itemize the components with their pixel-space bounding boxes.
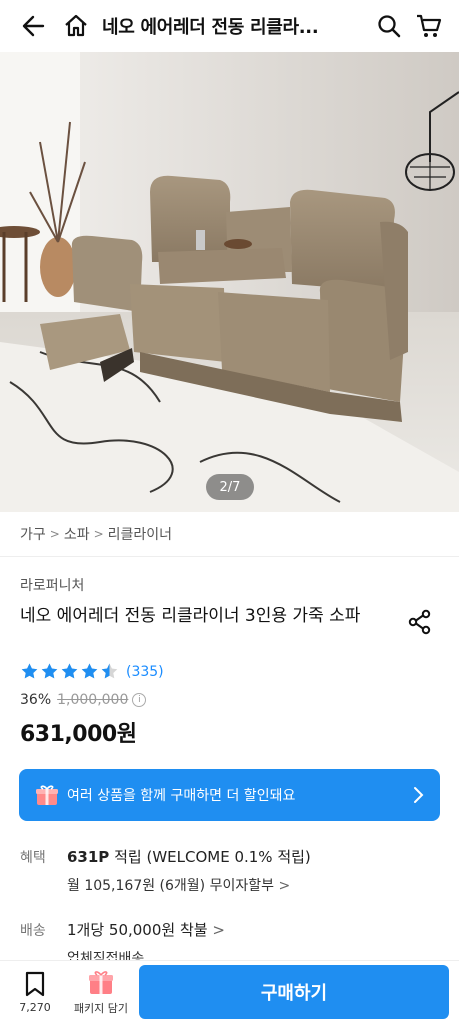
star-icon: [81, 663, 98, 679]
back-arrow-icon: [22, 15, 45, 37]
search-icon: [378, 15, 401, 38]
shipping-method: 업체직접배송: [67, 951, 145, 960]
chevron-right-icon: >: [93, 527, 104, 541]
bookmark-icon: [25, 971, 45, 997]
installment-info[interactable]: 월 105,167원 (6개월) 무이자할부 >: [67, 875, 290, 895]
breadcrumb-item-sofa[interactable]: 소파: [64, 524, 90, 544]
bookmark-count: 7,270: [19, 1001, 51, 1014]
original-price: 1,000,000: [57, 692, 129, 708]
share-button[interactable]: [404, 606, 436, 638]
shipping-fee[interactable]: 1개당 50,000원 착불 >: [67, 919, 225, 940]
star-icon: [61, 663, 78, 679]
points-info: 631P 적립 (WELCOME 0.1% 적립): [67, 846, 311, 867]
package-add-button[interactable]: 패키지 담기: [70, 970, 132, 1016]
bookmark-button[interactable]: 7,270: [4, 971, 66, 1014]
rating-row[interactable]: (335): [20, 662, 164, 681]
product-image-gallery[interactable]: [0, 52, 459, 512]
top-header: 네오 에어레더 전동 리클라...: [0, 0, 459, 52]
brand-name[interactable]: 라로퍼니처: [20, 575, 84, 595]
installment-text: 월 105,167원 (6개월) 무이자할부: [67, 878, 274, 894]
home-icon: [65, 14, 87, 37]
cart-icon: [417, 14, 442, 37]
info-icon[interactable]: i: [132, 693, 147, 707]
points-text: 적립 (WELCOME 0.1% 적립): [114, 848, 311, 866]
product-title: 네오 에어레더 전동 리클라이너 3인용 가죽 소파: [20, 606, 361, 626]
review-count[interactable]: (335): [126, 664, 164, 680]
chevron-right-icon: >: [49, 527, 60, 541]
product-photo: [0, 52, 459, 512]
package-box-icon: [89, 970, 113, 994]
star-icon: [41, 663, 58, 679]
discount-row: 36% 1,000,000 i: [20, 692, 147, 708]
chevron-right-icon: >: [212, 921, 225, 939]
sale-price: 631,000원: [20, 722, 137, 747]
shipping-fee-text: 1개당 50,000원 착불: [67, 921, 208, 939]
discount-rate: 36%: [20, 692, 52, 708]
star-rating: [20, 662, 120, 681]
back-button[interactable]: [14, 6, 54, 46]
points-amount: 631P: [67, 848, 110, 866]
cart-button[interactable]: [409, 6, 449, 46]
divider: [0, 556, 459, 557]
benefit-label: 혜택: [20, 850, 46, 866]
bundle-discount-banner[interactable]: 여러 상품을 함께 구매하면 더 할인돼요: [19, 769, 440, 821]
star-icon: [21, 663, 38, 679]
star-icon: [101, 663, 118, 679]
bundle-banner-text: 여러 상품을 함께 구매하면 더 할인돼요: [67, 788, 296, 804]
share-icon: [408, 609, 431, 635]
page-title: 네오 에어레더 전동 리클라...: [102, 17, 319, 38]
breadcrumb: 가구 > 소파 > 리클라이너: [20, 524, 172, 544]
breadcrumb-item-furniture[interactable]: 가구: [20, 524, 46, 544]
bottom-action-bar: 7,270 패키지 담기 구매하기: [0, 960, 459, 1024]
search-button[interactable]: [369, 6, 409, 46]
package-label: 패키지 담기: [73, 1001, 129, 1015]
buy-button[interactable]: 구매하기: [139, 965, 449, 1019]
chevron-right-icon: >: [278, 878, 291, 894]
breadcrumb-item-recliner[interactable]: 리클라이너: [108, 524, 172, 544]
chevron-right-icon: [414, 787, 424, 803]
shipping-label: 배송: [20, 923, 46, 939]
home-button[interactable]: [56, 6, 96, 46]
image-counter: 2/7: [206, 474, 254, 500]
gift-box-icon: [36, 785, 58, 805]
